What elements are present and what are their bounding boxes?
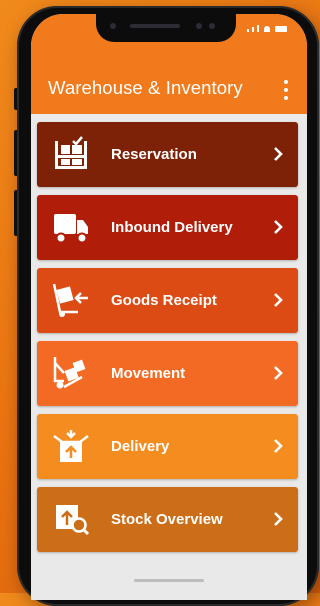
page-title: Warehouse & Inventory	[48, 77, 243, 98]
app-bar: Warehouse & Inventory	[31, 14, 307, 114]
chevron-right-icon	[274, 293, 283, 307]
menu-item-label: Delivery	[111, 438, 170, 455]
chevron-right-icon	[274, 366, 283, 380]
hand-truck-icon	[52, 283, 88, 317]
reservation-icon	[55, 136, 87, 169]
home-indicator[interactable]	[134, 579, 204, 582]
truck-icon	[54, 214, 88, 244]
menu-item-label: Reservation	[111, 146, 197, 163]
chevron-right-icon	[274, 220, 283, 234]
more-options-icon[interactable]	[283, 80, 289, 100]
chevron-right-icon	[274, 512, 283, 526]
status-icons	[247, 25, 287, 32]
phone-screen: Warehouse & Inventory Reservation Inboun…	[31, 14, 307, 600]
menu-item-inbound-delivery[interactable]: Inbound Delivery	[37, 195, 298, 260]
chevron-right-icon	[274, 147, 283, 161]
chevron-right-icon	[274, 439, 283, 453]
wifi-icon	[264, 26, 270, 32]
box-upload-icon	[53, 430, 89, 462]
menu-list: Reservation Inbound Delivery Goods Recei…	[37, 122, 298, 560]
box-search-icon	[56, 505, 90, 536]
menu-item-label: Inbound Delivery	[111, 219, 233, 236]
menu-item-movement[interactable]: Movement	[37, 341, 298, 406]
menu-item-label: Movement	[111, 365, 186, 382]
menu-item-label: Goods Receipt	[111, 292, 217, 309]
forklift-icon	[53, 357, 86, 389]
menu-item-stock-overview[interactable]: Stock Overview	[37, 487, 298, 552]
phone-notch	[96, 14, 236, 42]
signal-icon	[247, 29, 249, 32]
menu-item-reservation[interactable]: Reservation	[37, 122, 298, 187]
menu-item-label: Stock Overview	[111, 511, 223, 528]
menu-item-delivery[interactable]: Delivery	[37, 414, 298, 479]
battery-icon	[275, 26, 287, 32]
menu-item-goods-receipt[interactable]: Goods Receipt	[37, 268, 298, 333]
